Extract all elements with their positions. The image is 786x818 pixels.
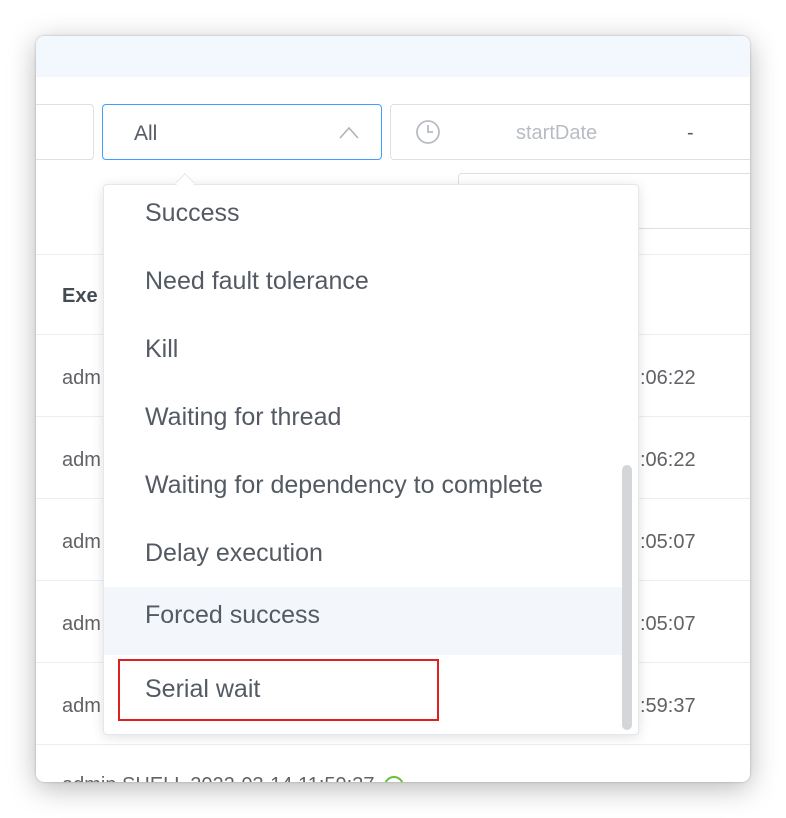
column-header-executor: Exe — [62, 285, 98, 307]
dropdown-scrollbar[interactable] — [622, 465, 632, 730]
date-range-picker[interactable]: startDate - — [390, 104, 750, 160]
status-dropdown: Success Need fault tolerance Kill Waitin… — [103, 184, 639, 735]
date-range-separator: - — [687, 122, 694, 144]
cell-time: :05:07 — [640, 531, 696, 553]
option-serial-wait[interactable]: Serial wait — [104, 661, 624, 729]
option-waiting-for-thread[interactable]: Waiting for thread — [104, 389, 624, 457]
cell-user: adm — [62, 367, 101, 389]
start-date-input[interactable]: startDate — [516, 122, 597, 145]
cell-time: :59:37 — [640, 695, 696, 717]
option-kill[interactable]: Kill — [104, 321, 624, 389]
cell-time: :06:22 — [640, 367, 696, 389]
row-divider — [36, 744, 750, 745]
clock-icon — [416, 120, 440, 144]
status-select[interactable]: All — [102, 104, 382, 160]
option-waiting-for-dependency[interactable]: Waiting for dependency to complete — [104, 457, 624, 525]
cell-user: adm — [62, 613, 101, 635]
status-select-value: All — [134, 122, 158, 145]
cell-time: :06:22 — [640, 449, 696, 471]
chevron-up-icon — [339, 126, 359, 139]
option-need-fault-tolerance[interactable]: Need fault tolerance — [104, 253, 624, 321]
option-success[interactable]: Success — [104, 185, 624, 253]
option-delay-execution[interactable]: Delay execution — [104, 525, 624, 593]
success-status-icon — [384, 776, 404, 782]
search-input[interactable] — [36, 104, 94, 160]
table-row-partial: admin SHELL 2022-03-14 11:59:37 — [62, 774, 374, 782]
header-bar — [36, 36, 750, 77]
cell-user: adm — [62, 449, 101, 471]
option-forced-success[interactable]: Forced success — [104, 587, 624, 655]
cell-user: adm — [62, 695, 101, 717]
cell-user: adm — [62, 531, 101, 553]
cell-time: :05:07 — [640, 613, 696, 635]
